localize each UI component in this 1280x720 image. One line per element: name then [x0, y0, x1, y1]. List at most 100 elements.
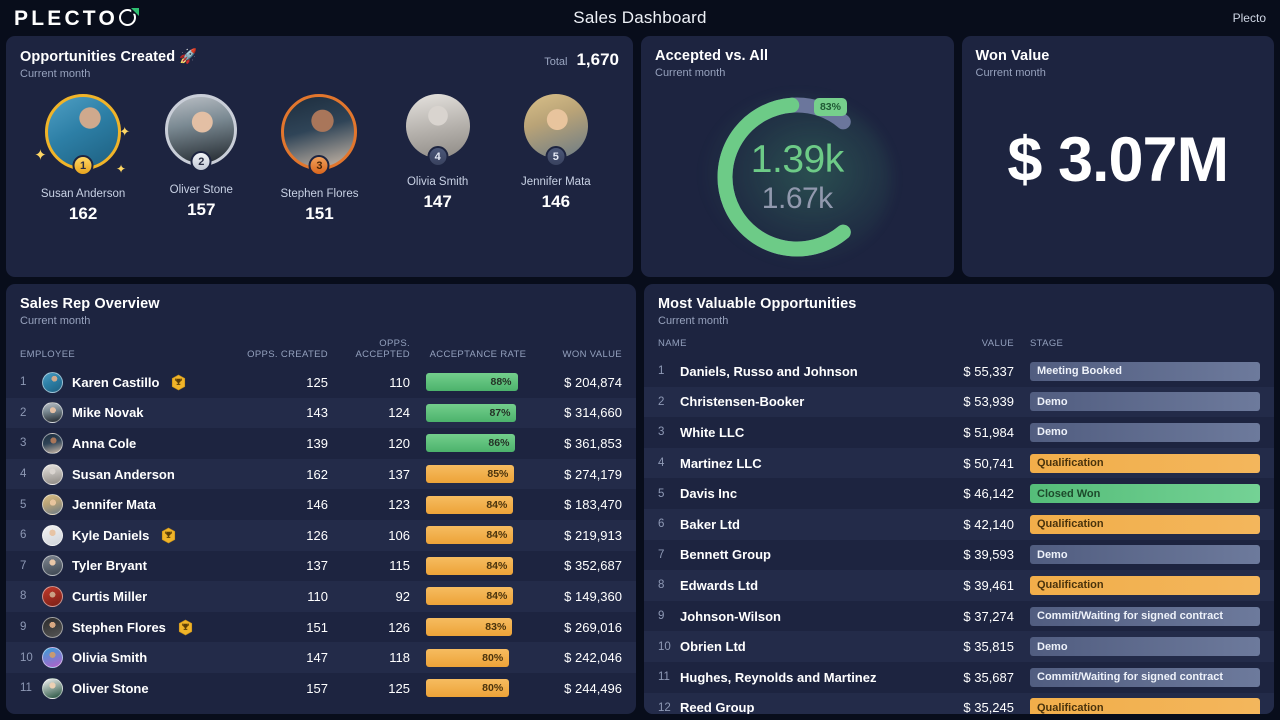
widget-subtitle: Current month: [20, 68, 91, 80]
opportunity-stage-cell: Qualification: [1030, 698, 1260, 714]
table-row[interactable]: 6 Baker Ltd $ 42,140 Qualification: [644, 508, 1274, 540]
row-rank: 10: [658, 640, 671, 653]
table-row[interactable]: 2 Christensen-Booker $ 53,939 Demo: [644, 386, 1274, 418]
table-row[interactable]: 1 Karen Castillo 125 110 88% $ 204,874: [6, 367, 636, 398]
opportunity-name: Obrien Ltd: [680, 639, 746, 655]
opportunity-value: $ 53,939: [963, 394, 1014, 410]
leaderboard-podium: 1 ✦ ✦ ✦ Susan Anderson 162 2 Oliver Stone 157 3 St…: [6, 80, 633, 224]
employee-name: Curtis Miller: [72, 588, 148, 604]
widget-won-value: Won Value Current month $ 3.07M: [961, 36, 1274, 277]
row-rank: 7: [658, 548, 665, 561]
gauge-primary-value: 1.39k: [750, 137, 844, 181]
row-rank: 2: [20, 406, 27, 419]
column-header-name: Name: [658, 338, 687, 349]
gauge-percent-badge: 83%: [813, 97, 847, 116]
leaderboard-entry[interactable]: 5 Jennifer Mata 146: [501, 94, 611, 212]
sparkle-icon: ✦: [34, 147, 47, 164]
won-value-cell: $ 204,874: [564, 374, 622, 390]
table-row[interactable]: 11 Hughes, Reynolds and Martinez $ 35,687 C…: [644, 662, 1274, 693]
opps-accepted-cell: 137: [388, 466, 410, 482]
table-row[interactable]: 6 Kyle Daniels 126 106 84% $ 219,913: [6, 519, 636, 551]
opportunity-value: $ 46,142: [963, 486, 1014, 502]
opps-created-cell: 110: [307, 588, 328, 604]
acceptance-rate-cell: 85%: [426, 465, 530, 484]
opps-created-cell: 126: [306, 527, 328, 543]
table-row[interactable]: 7 Bennett Group $ 39,593 Demo: [644, 540, 1274, 571]
acceptance-rate-bar: 88%: [426, 373, 518, 392]
table-row[interactable]: 5 Davis Inc $ 46,142 Closed Won: [644, 478, 1274, 509]
stage-badge: Qualification: [1030, 514, 1260, 534]
row-rank: 5: [20, 498, 27, 511]
table-row[interactable]: 10 Olivia Smith 147 118 80% $ 242,046: [6, 642, 636, 673]
avatar: [42, 402, 63, 424]
table-row[interactable]: 3 Anna Cole 139 120 86% $ 361,853: [6, 428, 636, 459]
opps-accepted-cell: 110: [389, 374, 410, 390]
trophy-badge-icon: [178, 619, 192, 635]
table-row[interactable]: 1 Daniels, Russo and Johnson $ 55,337 Meeti…: [644, 356, 1274, 387]
leaderboard-entry[interactable]: 4 Olivia Smith 147: [383, 94, 493, 212]
opps-accepted-cell: 123: [388, 497, 410, 513]
account-label: Plecto: [1232, 11, 1266, 25]
employee-cell: Kyle Daniels: [42, 524, 246, 546]
leaderboard-name: Jennifer Mata: [521, 176, 591, 188]
widget-header: Most Valuable Opportunities Current mont…: [644, 284, 1274, 327]
top-row: Opportunities Created 🚀 Current month To…: [6, 36, 1274, 277]
table-row[interactable]: 4 Susan Anderson 162 137 85% $ 274,179: [6, 458, 636, 490]
acceptance-rate-cell: 86%: [426, 434, 530, 453]
table-row[interactable]: 8 Curtis Miller 110 92 84% $ 149,360: [6, 581, 636, 612]
leaderboard-name: Oliver Stone: [169, 184, 233, 196]
table-row[interactable]: 10 Obrien Ltd $ 35,815 Demo: [644, 631, 1274, 662]
avatar: 4: [405, 94, 470, 167]
gauge-secondary-value: 1.67k: [761, 181, 833, 215]
column-header-opps-created: Opps. Created: [247, 349, 328, 360]
leaderboard-value: 157: [187, 200, 216, 219]
stage-badge: Closed Won: [1030, 484, 1260, 504]
acceptance-rate-cell: 88%: [426, 373, 530, 392]
opportunity-name: Daniels, Russo and Johnson: [680, 363, 858, 379]
table-row[interactable]: 8 Edwards Ltd $ 39,461 Qualification: [644, 570, 1274, 601]
table-row[interactable]: 11 Oliver Stone 157 125 80% $ 244,496: [6, 673, 636, 704]
table-row[interactable]: 12 Reed Group $ 35,245 Qualification: [644, 692, 1274, 714]
employee-name: Anna Cole: [72, 435, 137, 451]
leaderboard-entry[interactable]: 3 Stephen Flores 151: [264, 94, 374, 224]
table-row[interactable]: 9 Johnson-Wilson $ 37,274 Commit/Waiting fo…: [644, 601, 1274, 632]
table-header-reps: Employee Opps. Created Opps. Accepted Ac…: [6, 327, 636, 367]
opportunity-stage-cell: Qualification: [1030, 575, 1260, 595]
opportunity-name: Davis Inc: [680, 486, 738, 502]
rank-badge: 2: [190, 151, 212, 172]
total-value: 1,670: [576, 50, 619, 69]
opps-created-cell: 125: [306, 374, 328, 390]
opportunity-name: Martinez LLC: [680, 455, 762, 471]
opportunity-stage-cell: Demo: [1030, 545, 1260, 565]
table-row[interactable]: 4 Martinez LLC $ 50,741 Qualification: [644, 447, 1274, 479]
table-row[interactable]: 3 White LLC $ 51,984 Demo: [644, 417, 1274, 448]
opps-created-cell: 137: [306, 558, 328, 574]
widget-most-valuable-opportunities: Most Valuable Opportunities Current mont…: [644, 284, 1274, 714]
widget-title: Opportunities Created 🚀: [20, 49, 198, 65]
employee-name: Tyler Bryant: [72, 558, 147, 574]
opportunity-stage-cell: Demo: [1030, 392, 1260, 412]
row-rank: 9: [658, 610, 665, 623]
leaderboard-entry[interactable]: 2 Oliver Stone 157: [146, 94, 256, 220]
opportunity-stage-cell: Closed Won: [1030, 484, 1260, 504]
table-body-reps: 1 Karen Castillo 125 110 88% $ 204,874 2 Mike N…: [6, 367, 636, 704]
table-row[interactable]: 7 Tyler Bryant 137 115 84% $ 352,687: [6, 551, 636, 582]
row-rank: 9: [20, 621, 27, 634]
won-value-cell: $ 361,853: [564, 435, 622, 451]
widget-subtitle: Current month: [20, 315, 91, 327]
row-rank: 8: [20, 590, 27, 603]
table-row[interactable]: 2 Mike Novak 143 124 87% $ 314,660: [6, 397, 636, 429]
row-rank: 2: [658, 395, 665, 408]
table-body-opportunities: 1 Daniels, Russo and Johnson $ 55,337 Meeti…: [644, 356, 1274, 714]
won-value-cell: $ 219,913: [564, 527, 622, 543]
acceptance-rate-cell: 87%: [426, 403, 530, 422]
table-row[interactable]: 9 Stephen Flores 151 126 83% $ 269,016: [6, 612, 636, 643]
stage-badge: Demo: [1030, 392, 1260, 412]
employee-cell: Karen Castillo: [42, 371, 246, 393]
opportunity-name: Bennett Group: [680, 547, 771, 563]
leaderboard-entry[interactable]: 1 ✦ ✦ ✦ Susan Anderson 162: [28, 94, 138, 224]
column-header-won-value: Won Value: [562, 349, 622, 360]
stage-badge: Qualification: [1030, 698, 1260, 714]
table-row[interactable]: 5 Jennifer Mata 146 123 84% $ 183,470: [6, 489, 636, 520]
stage-badge: Qualification: [1030, 453, 1260, 473]
